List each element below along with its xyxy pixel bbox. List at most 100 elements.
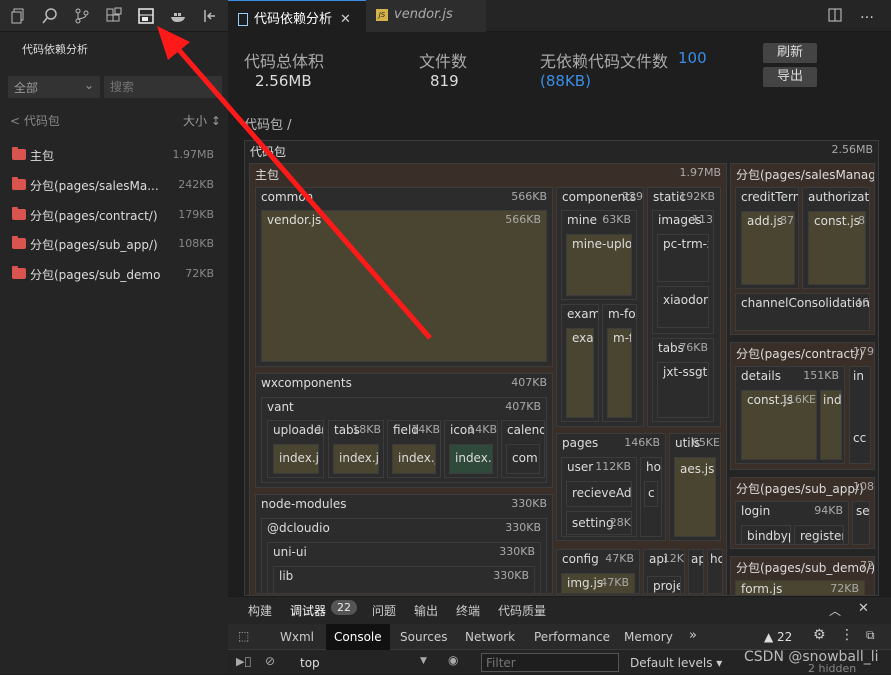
- files-icon[interactable]: [9, 7, 27, 25]
- sort-by-size[interactable]: 大小 ↕: [183, 112, 221, 129]
- treemap-label: in: [853, 369, 864, 383]
- treemap-const-js[interactable]: const.js 116KE: [741, 390, 817, 460]
- filter-select[interactable]: 全部 ⌄: [8, 76, 100, 98]
- tab-dependency-analysis[interactable]: 代码依赖分析 ✕: [228, 0, 366, 32]
- sidebar-toggle-icon[interactable]: ▶⃞: [236, 655, 251, 668]
- tab-memory[interactable]: Memory: [624, 630, 673, 644]
- treemap-label: mine: [567, 213, 598, 227]
- treemap-index-js[interactable]: index.js: [392, 444, 436, 474]
- treemap-com[interactable]: com: [506, 444, 540, 474]
- treemap-size: 87: [780, 214, 794, 227]
- more-actions-icon[interactable]: …: [860, 6, 874, 22]
- treemap-se[interactable]: se: [852, 501, 870, 545]
- tab-wxml[interactable]: Wxml: [280, 630, 314, 644]
- docker-icon[interactable]: [169, 7, 187, 25]
- search-input[interactable]: [104, 76, 222, 98]
- code-analysis-icon[interactable]: [137, 7, 155, 25]
- console-filter-input[interactable]: [481, 653, 619, 672]
- treemap-img-js[interactable]: img.js 47KB: [561, 573, 635, 594]
- tab-output[interactable]: 输出: [414, 602, 438, 619]
- close-icon[interactable]: ✕: [858, 601, 869, 616]
- treemap-index-js[interactable]: index.js: [273, 444, 319, 474]
- treemap-form-js[interactable]: form.js 72KB: [735, 580, 865, 596]
- no-dependency-size[interactable]: (88KB): [540, 72, 591, 90]
- search-icon[interactable]: [41, 7, 59, 25]
- gear-icon[interactable]: ⚙: [813, 627, 826, 643]
- treemap-vendor-js[interactable]: vendor.js 566KB: [261, 210, 547, 362]
- export-button[interactable]: 导出: [763, 67, 817, 87]
- tab-terminal[interactable]: 终端: [456, 602, 480, 619]
- treemap-bindbyp[interactable]: bindbyp: [741, 525, 791, 545]
- no-dependency-count[interactable]: 100: [678, 49, 707, 67]
- tab-performance[interactable]: Performance: [534, 630, 610, 644]
- warnings-count[interactable]: ▲ 22: [764, 630, 792, 644]
- chevron-up-icon[interactable]: ︿: [829, 602, 841, 619]
- treemap-breadcrumb[interactable]: 代码包 /: [244, 114, 292, 133]
- treemap-exan[interactable]: exan: [566, 328, 594, 418]
- treemap-setting[interactable]: setting 28K: [566, 511, 632, 535]
- treemap-lib[interactable]: lib 330KB: [273, 566, 535, 594]
- package-item[interactable]: 分包(pages/contract/) 179KB: [0, 203, 228, 229]
- treemap-size: 330KB: [505, 521, 541, 534]
- eye-icon[interactable]: ◉: [448, 653, 458, 667]
- tab-problems[interactable]: 问题: [372, 602, 396, 619]
- tab-vendor-js[interactable]: JS vendor.js: [366, 0, 486, 32]
- treemap-const-js[interactable]: const.js 8: [808, 211, 866, 285]
- tab-debugger[interactable]: 调试器: [290, 602, 326, 619]
- split-editor-icon[interactable]: [828, 8, 842, 25]
- treemap-pc-trm[interactable]: pc-trm-z: [657, 234, 709, 282]
- tab-build[interactable]: 构建: [248, 602, 272, 619]
- folder-icon: [12, 236, 26, 249]
- tab-label: 代码依赖分析: [254, 12, 333, 27]
- context-select[interactable]: top: [300, 656, 320, 670]
- refresh-button[interactable]: 刷新: [763, 43, 817, 63]
- dock-icon[interactable]: ⧉: [866, 628, 875, 643]
- treemap-size: 14KB: [411, 423, 440, 436]
- tab-code-quality[interactable]: 代码质量: [498, 602, 546, 619]
- treemap-index-js[interactable]: index.js: [333, 444, 379, 474]
- panel-title: 代码依赖分析: [22, 43, 88, 56]
- treemap-label: calend: [507, 423, 545, 437]
- treemap-add-js[interactable]: add.js 87: [741, 211, 795, 285]
- package-size: 1.97MB: [172, 148, 214, 161]
- tab-console[interactable]: Console: [326, 624, 390, 650]
- log-levels-select[interactable]: Default levels ▾: [630, 656, 722, 670]
- caret-down-icon[interactable]: ▼: [420, 656, 427, 666]
- treemap-mine-upload[interactable]: mine-uploa: [566, 234, 632, 296]
- treemap-projec[interactable]: projec: [647, 576, 681, 594]
- treemap-c[interactable]: c: [644, 481, 658, 507]
- package-item[interactable]: 分包(pages/sub_app/) 108KB: [0, 232, 228, 258]
- clear-console-icon[interactable]: ⊘: [265, 654, 275, 668]
- treemap-xiaodong[interactable]: xiaodong: [657, 286, 709, 328]
- treemap-label: pc-trm-z: [663, 237, 709, 251]
- collapse-panel-icon[interactable]: [201, 7, 219, 25]
- treemap-label: 代码包: [250, 145, 287, 159]
- treemap-m-f[interactable]: m-f: [607, 328, 632, 418]
- js-file-icon: JS: [376, 8, 388, 21]
- package-item[interactable]: 主包 1.97MB: [0, 143, 228, 169]
- treemap-aes-js[interactable]: aes.js: [674, 457, 716, 537]
- extensions-icon[interactable]: [105, 7, 123, 25]
- package-item[interactable]: 分包(pages/sub_demo/) 72KB: [0, 262, 228, 288]
- treemap-index-wxml[interactable]: index.w: [449, 444, 493, 474]
- treemap-ap[interactable]: ap: [688, 549, 704, 594]
- treemap-ho[interactable]: ho: [707, 549, 723, 594]
- treemap-register[interactable]: register: [794, 525, 844, 545]
- more-vert-icon[interactable]: ⋮: [840, 627, 854, 643]
- more-tabs-icon[interactable]: »: [689, 628, 697, 643]
- treemap-ind[interactable]: ind: [820, 390, 842, 460]
- treemap-label: 分包(pages/sub_app/): [736, 482, 864, 496]
- treemap-in[interactable]: in cc: [849, 366, 871, 464]
- treemap-size: 94KB: [814, 504, 843, 517]
- source-control-icon[interactable]: [73, 7, 91, 25]
- package-breadcrumb[interactable]: < 代码包: [10, 112, 60, 129]
- treemap-jxt[interactable]: jxt-ssgt-: [657, 362, 709, 418]
- close-icon[interactable]: ✕: [340, 12, 351, 27]
- tab-network[interactable]: Network: [465, 630, 515, 644]
- inspect-icon[interactable]: ⬚: [238, 629, 249, 643]
- package-item[interactable]: 分包(pages/salesMa... 242KB: [0, 173, 228, 199]
- tab-sources[interactable]: Sources: [400, 630, 447, 644]
- treemap-size: 28K: [609, 516, 631, 529]
- treemap-recieve[interactable]: recieveAdc: [566, 481, 632, 507]
- treemap-channel[interactable]: channelConsolidation 46: [735, 293, 870, 331]
